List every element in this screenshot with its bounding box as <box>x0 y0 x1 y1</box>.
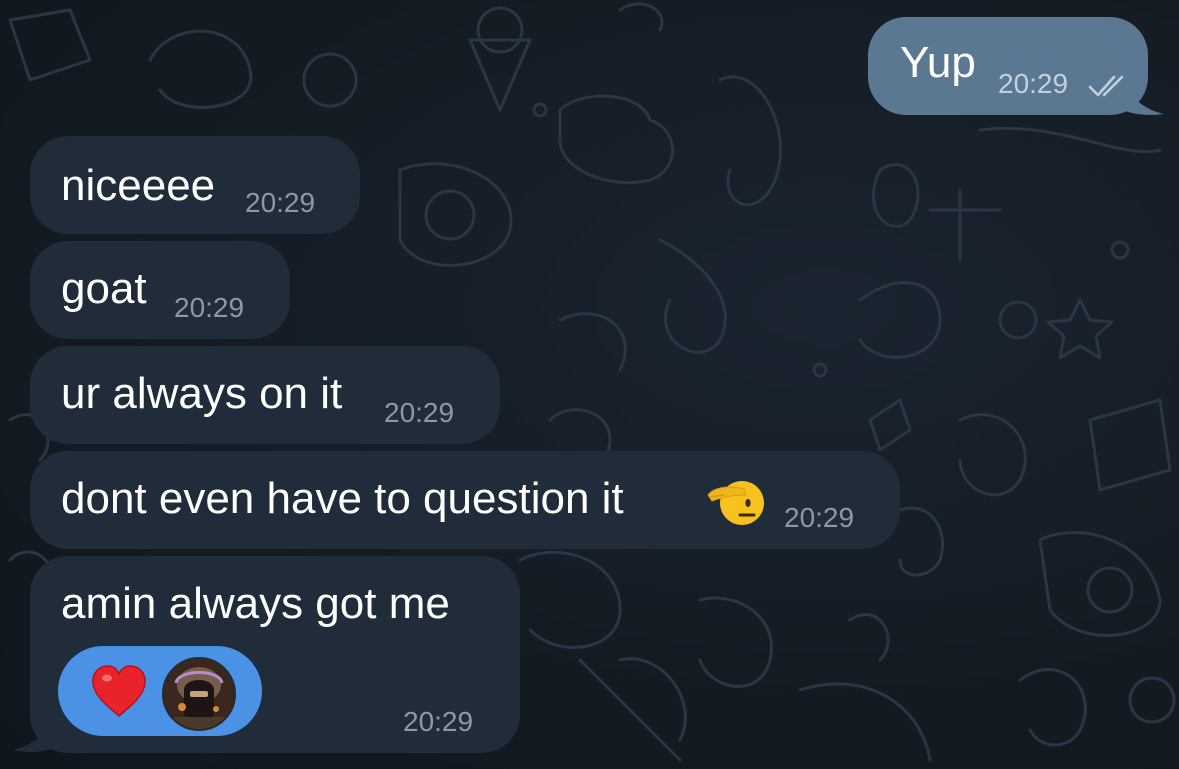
message-bubble-incoming[interactable]: amin always got me 20:29 <box>30 556 520 753</box>
message-timestamp: 20:29 <box>384 397 455 428</box>
message-bubble-incoming[interactable]: niceeee 20:29 <box>30 136 360 234</box>
message-timestamp: 20:29 <box>784 502 855 533</box>
message-timestamp: 20:29 <box>245 187 316 218</box>
message-text: ur always on it <box>61 369 343 418</box>
saluting-face-icon <box>707 481 764 525</box>
message-text: goat <box>61 264 147 313</box>
reactor-avatar[interactable] <box>162 657 236 731</box>
double-check-icon <box>1088 75 1124 97</box>
avatar-image <box>164 659 234 729</box>
message-text: niceeee <box>61 161 216 210</box>
message-timestamp: 20:29 <box>403 706 474 737</box>
message-text: amin always got me <box>61 579 450 628</box>
red-heart-icon <box>92 665 146 718</box>
message-timestamp: 20:29 <box>174 292 245 323</box>
message-bubble-incoming[interactable]: ur always on it 20:29 <box>30 346 500 444</box>
message-bubble-incoming[interactable]: goat 20:29 <box>30 241 290 339</box>
reaction-pill[interactable] <box>58 646 262 736</box>
message-text: dont even have to question it <box>61 474 624 523</box>
message-text: Yup <box>900 38 976 87</box>
message-timestamp: 20:29 <box>998 68 1069 99</box>
message-bubble-outgoing[interactable]: Yup 20:29 <box>868 17 1148 115</box>
message-bubble-incoming[interactable]: dont even have to question it 20:29 <box>30 451 900 549</box>
chat-area[interactable]: Yup 20:29 niceeee 20:29 goat 20:29 ur al… <box>0 0 1179 769</box>
